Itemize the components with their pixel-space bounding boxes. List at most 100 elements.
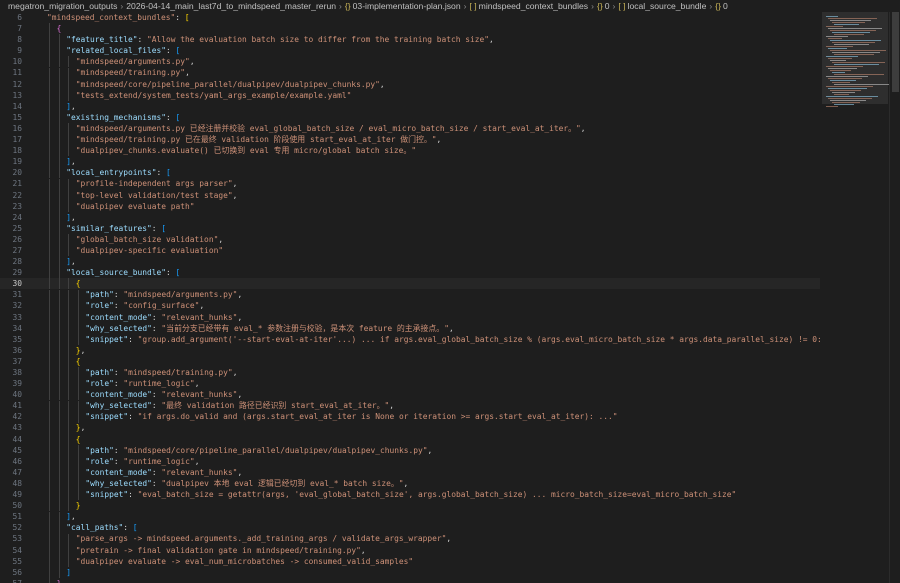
code-line[interactable]: 41 "why_selected": "最终 validation 路径已经识别 …	[0, 400, 820, 411]
code-token: :	[123, 523, 133, 533]
code-token: "relevant_hunks"	[161, 312, 238, 322]
code-line[interactable]: 43},	[0, 422, 820, 433]
breadcrumb-item[interactable]: {} 0	[597, 1, 610, 11]
minimap-line	[830, 70, 851, 71]
breadcrumb-item[interactable]: [ ] mindspeed_context_bundles	[469, 1, 588, 11]
indent-guide	[58, 167, 60, 179]
indent-guide	[58, 378, 60, 390]
code-text: "mindspeed/core/pipeline_parallel/dualpi…	[76, 79, 385, 90]
code-line[interactable]: 57},	[0, 578, 820, 583]
code-line[interactable]: 47 "content_mode": "relevant_hunks",	[0, 467, 820, 478]
breadcrumb-item[interactable]: [ ] local_source_bundle	[618, 1, 706, 11]
code-line[interactable]: 26 "global_batch_size validation",	[0, 234, 820, 245]
breadcrumb-item[interactable]: {} 0	[715, 1, 728, 11]
minimap[interactable]	[820, 12, 900, 583]
vertical-scrollbar[interactable]	[889, 12, 900, 583]
code-text: "related_local_files": [	[66, 45, 180, 56]
code-line[interactable]: 17 "mindspeed/training.py 已在最终 validation…	[0, 134, 820, 145]
breadcrumb-item[interactable]: {} 03-implementation-plan.json	[345, 1, 461, 11]
code-line[interactable]: 14],	[0, 101, 820, 112]
line-number: 43	[12, 423, 22, 433]
code-line[interactable]: 23 "dualpipev evaluate path"	[0, 201, 820, 212]
code-line[interactable]: 36},	[0, 345, 820, 356]
code-line[interactable]: 55 "dualpipev evaluate -> eval_num_microb…	[0, 556, 820, 567]
line-number: 56	[12, 567, 22, 577]
code-line[interactable]: 32 "role": "config_surface",	[0, 300, 820, 311]
code-line[interactable]: 20 "local_entrypoints": [	[0, 167, 820, 178]
code-line[interactable]: 8 "feature_title": "Allow the evaluation …	[0, 34, 820, 45]
indent-guide	[68, 134, 70, 146]
code-line[interactable]: 54 "pretrain -> final validation gate in …	[0, 545, 820, 556]
code-editor[interactable]: 6 "mindspeed_context_bundles": [7{8 "featu…	[0, 12, 820, 583]
code-token: "feature_title"	[66, 35, 138, 45]
code-line[interactable]: 39 "role": "runtime_logic",	[0, 378, 820, 389]
minimap-line	[830, 40, 881, 41]
code-text: "global_batch_size validation",	[76, 234, 223, 245]
code-line[interactable]: 51],	[0, 511, 820, 522]
code-line[interactable]: 27 "dualpipev-specific evaluation"	[0, 245, 820, 256]
indent-guide	[49, 333, 50, 345]
code-token: ,	[70, 512, 76, 522]
code-text: "role": "runtime_logic",	[85, 378, 199, 389]
code-token: "mindspeed/training.py"	[75, 68, 186, 78]
code-text: "path": "mindspeed/core/pipeline_paralle…	[85, 445, 432, 456]
code-line[interactable]: 24],	[0, 212, 820, 223]
indent-guide	[49, 533, 50, 545]
code-token: "why_selected"	[85, 401, 152, 411]
code-line[interactable]: 48 "why_selected": "dualpipev 本地 eval 逻辑已…	[0, 478, 820, 489]
indent-guide	[58, 78, 60, 90]
code-line[interactable]: 46 "role": "runtime_logic",	[0, 456, 820, 467]
indent-guide	[68, 300, 70, 312]
code-line[interactable]: 13 "tests_extend/system_tests/yaml_args_e…	[0, 90, 820, 101]
line-number: 42	[12, 412, 22, 422]
code-line[interactable]: 53 "parse_args -> mindspeed.arguments._ad…	[0, 533, 820, 544]
code-line[interactable]: 42 "snippet": "if args.do_valid and (args…	[0, 411, 820, 422]
indent-guide	[68, 245, 70, 257]
line-number: 57	[0, 578, 22, 583]
code-line[interactable]: 22 "top-level validation/test stage",	[0, 190, 820, 201]
code-line[interactable]: 37 {	[0, 356, 820, 367]
code-line[interactable]: 12 "mindspeed/core/pipeline_parallel/dual…	[0, 79, 820, 90]
code-line[interactable]: 7{	[0, 23, 820, 34]
code-line[interactable]: 29 "local_source_bundle": [	[0, 267, 820, 278]
code-line[interactable]: 30 {	[0, 278, 820, 290]
code-line[interactable]: 9 "related_local_files": [	[0, 45, 820, 56]
breadcrumb: megatron_migration_outputs › 2026-04-14_ma…	[0, 0, 900, 12]
code-line[interactable]: 25 "similar_features": [	[0, 223, 820, 234]
code-line[interactable]: 56]	[0, 567, 820, 578]
code-line[interactable]: 16 "mindspeed/arguments.py 已经注册并校验 eval_g…	[0, 123, 820, 134]
code-line[interactable]: 10 "mindspeed/arguments.py",	[0, 56, 820, 67]
code-line[interactable]: 34 "why_selected": "当前分支已经带有 eval_* 参数注册与…	[0, 323, 820, 334]
line-number: 19	[12, 157, 22, 167]
code-line[interactable]: 28],	[0, 256, 820, 267]
code-line[interactable]: 15 "existing_mechanisms": [	[0, 112, 820, 123]
code-line[interactable]: 11 "mindspeed/training.py",	[0, 67, 820, 78]
code-line[interactable]: 31 "path": "mindspeed/arguments.py",	[0, 289, 820, 300]
code-line[interactable]: 19],	[0, 156, 820, 167]
code-token: [	[184, 13, 190, 22]
indent-guide	[58, 522, 60, 534]
indent-guide	[58, 356, 60, 368]
scrollbar-thumb[interactable]	[892, 12, 899, 92]
code-token: :	[128, 490, 138, 500]
code-text: },	[76, 422, 86, 433]
code-line[interactable]: 40 "content_mode": "relevant_hunks",	[0, 389, 820, 400]
code-line[interactable]: 50}	[0, 500, 820, 511]
code-token: "Allow the evaluation batch size to diff…	[146, 35, 490, 45]
breadcrumb-item[interactable]: 2026-04-14_main_last7d_to_mindspeed_mast…	[126, 1, 336, 11]
code-line[interactable]: 35 "snippet": "group.add_argument('--star…	[0, 334, 820, 345]
code-line[interactable]: 49 "snippet": "eval_batch_size = getattr(…	[0, 489, 820, 500]
code-line[interactable]: 45 "path": "mindspeed/core/pipeline_paral…	[0, 445, 820, 456]
code-line[interactable]: 33 "content_mode": "relevant_hunks",	[0, 312, 820, 323]
code-line[interactable]: 21 "profile-independent args parser",	[0, 178, 820, 189]
breadcrumb-item[interactable]: megatron_migration_outputs	[8, 1, 117, 11]
indent-guide	[68, 544, 70, 556]
code-line[interactable]: 52 "call_paths": [	[0, 522, 820, 533]
code-token: "group.add_argument('--start-eval-at-ite…	[137, 334, 820, 344]
minimap-line	[832, 92, 855, 93]
code-line[interactable]: 6 "mindspeed_context_bundles": [	[0, 12, 820, 23]
code-line[interactable]: 38 "path": "mindspeed/training.py",	[0, 367, 820, 378]
code-line[interactable]: 18 "dualpipev_chunks.evaluate() 已切换到 eval…	[0, 145, 820, 156]
code-line[interactable]: 44 {	[0, 434, 820, 445]
indent-guide	[49, 111, 50, 123]
